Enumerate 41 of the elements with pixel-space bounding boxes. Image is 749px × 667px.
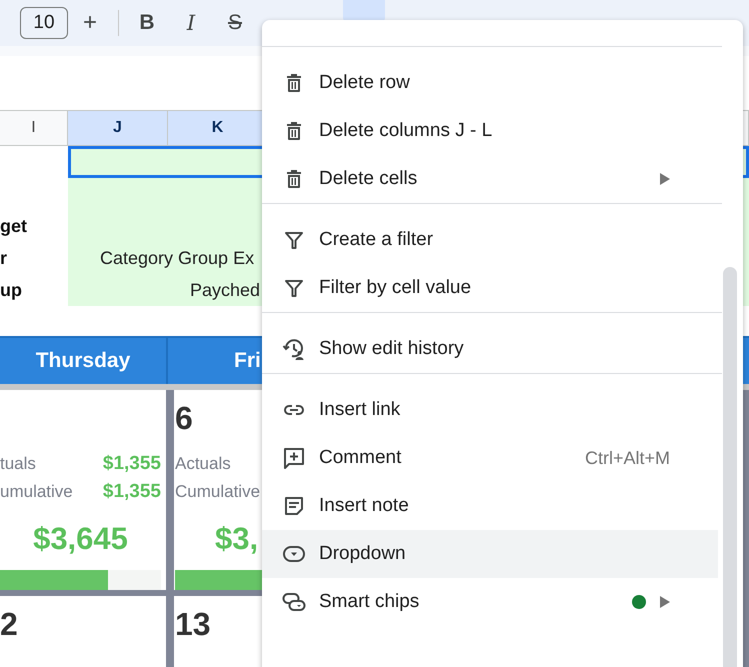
font-size-field[interactable]: 10 bbox=[20, 7, 68, 39]
note-icon bbox=[282, 494, 306, 518]
scrollbar-thumb[interactable] bbox=[723, 267, 737, 667]
day-name: Fri bbox=[234, 349, 261, 373]
cell-text: Payched bbox=[190, 280, 260, 300]
strikethrough-button[interactable]: S bbox=[213, 5, 257, 41]
metric-value: $1,355 bbox=[102, 452, 161, 475]
menu-item[interactable]: Insert link bbox=[262, 386, 718, 434]
menu-item[interactable]: Delete cells bbox=[262, 155, 718, 203]
menu-item[interactable]: Filter by cell value bbox=[262, 264, 718, 312]
comment-icon bbox=[282, 446, 306, 470]
history-icon bbox=[282, 337, 306, 361]
column-header[interactable]: J bbox=[68, 111, 168, 145]
chips-icon bbox=[282, 590, 306, 614]
menu-item[interactable]: Delete row bbox=[262, 59, 718, 107]
total-amount: $3,645 bbox=[33, 520, 128, 556]
menu-item[interactable]: Create a filter bbox=[262, 216, 718, 264]
menu-item[interactable]: Show edit history bbox=[262, 325, 718, 373]
shortcut-text: Ctrl+Alt+M bbox=[584, 448, 670, 468]
menu-item[interactable]: Smart chips bbox=[262, 578, 718, 626]
metric-label: tuals bbox=[0, 454, 36, 474]
day-number: 6 bbox=[175, 400, 193, 436]
metric-label: Actuals bbox=[175, 454, 231, 474]
merge-button[interactable] bbox=[343, 0, 385, 22]
day-number: 2 bbox=[0, 606, 18, 642]
bold-button[interactable]: B bbox=[125, 5, 169, 41]
row-label: get bbox=[0, 216, 27, 236]
menu-item[interactable]: Insert note bbox=[262, 482, 718, 530]
metric-label: umulative bbox=[0, 482, 73, 502]
metric-label: Cumulative bbox=[175, 482, 260, 502]
italic-button[interactable]: I bbox=[169, 5, 213, 41]
row-label: r bbox=[0, 248, 8, 268]
menu-item[interactable]: Comment Ctrl+Alt+M bbox=[262, 434, 718, 482]
increase-font-button[interactable]: + bbox=[68, 5, 112, 41]
cell-text: Category Group Ex bbox=[100, 248, 254, 268]
total-amount: $3, bbox=[215, 520, 258, 556]
day-name: Thursday bbox=[36, 349, 130, 373]
day-number: 13 bbox=[175, 606, 211, 642]
menu-item[interactable]: Dropdown bbox=[262, 530, 718, 578]
metric-value: $1,355 bbox=[102, 481, 161, 504]
row-label: up bbox=[0, 280, 22, 300]
